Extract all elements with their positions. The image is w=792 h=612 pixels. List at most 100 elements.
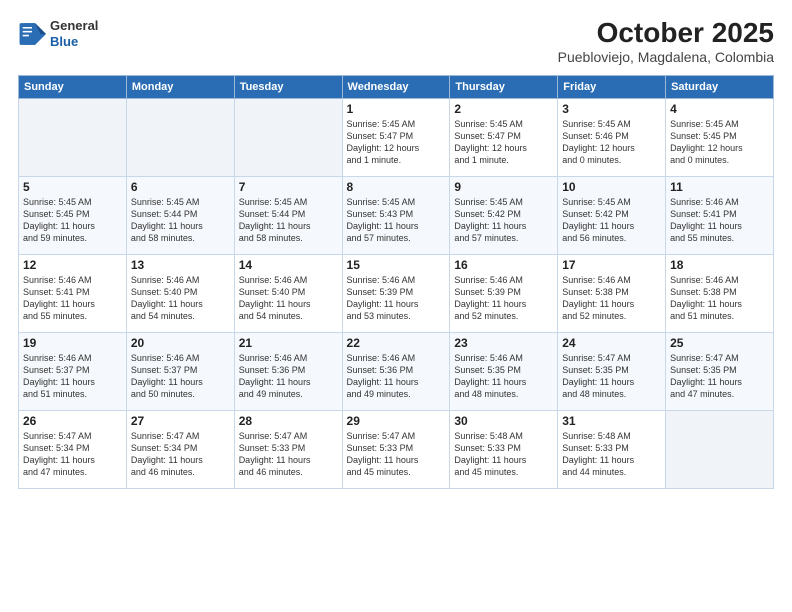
day-info: Sunrise: 5:47 AM Sunset: 5:34 PM Dayligh… <box>131 430 230 479</box>
calendar-cell: 14Sunrise: 5:46 AM Sunset: 5:40 PM Dayli… <box>234 254 342 332</box>
weekday-row: SundayMondayTuesdayWednesdayThursdayFrid… <box>19 75 774 98</box>
calendar-cell: 30 Sunrise: 5:48 AM Sunset: 5:33 PM Dayli… <box>450 410 558 488</box>
day-number: 18 <box>670 258 769 272</box>
header: General Blue October 2025 Puebloviejo, M… <box>18 18 774 65</box>
calendar-cell: 18Sunrise: 5:46 AM Sunset: 5:38 PM Dayli… <box>666 254 774 332</box>
calendar-cell: 24 Sunrise: 5:47 AM Sunset: 5:35 PM Dayli… <box>558 332 666 410</box>
weekday-header: Saturday <box>666 75 774 98</box>
day-info: Sunrise: 5:46 AM Sunset: 5:41 PM Dayligh… <box>23 274 122 323</box>
calendar-cell: 27 Sunrise: 5:47 AM Sunset: 5:34 PM Dayli… <box>126 410 234 488</box>
day-number: 22 <box>347 336 446 350</box>
day-number: 10 <box>562 180 661 194</box>
calendar-cell: 28Sunrise: 5:47 AM Sunset: 5:33 PM Dayli… <box>234 410 342 488</box>
day-info: Sunrise: 5:45 AM Sunset: 5:43 PM Dayligh… <box>347 196 446 245</box>
day-info: Sunrise: 5:48 AM Sunset: 5:33 PM Dayligh… <box>562 430 661 479</box>
day-info: Sunrise: 5:45 AM Sunset: 5:44 PM Dayligh… <box>131 196 230 245</box>
day-number: 29 <box>347 414 446 428</box>
calendar-cell: 12 Sunrise: 5:46 AM Sunset: 5:41 PM Dayli… <box>19 254 127 332</box>
calendar-cell: 25 Sunrise: 5:47 AM Sunset: 5:35 PM Dayli… <box>666 332 774 410</box>
calendar-cell: 16 Sunrise: 5:46 AM Sunset: 5:39 PM Dayli… <box>450 254 558 332</box>
calendar-body: 1 Sunrise: 5:45 AM Sunset: 5:47 PM Daylig… <box>19 98 774 488</box>
weekday-header: Tuesday <box>234 75 342 98</box>
day-info: Sunrise: 5:46 AM Sunset: 5:40 PM Dayligh… <box>131 274 230 323</box>
day-info: Sunrise: 5:46 AM Sunset: 5:36 PM Dayligh… <box>239 352 338 401</box>
day-number: 23 <box>454 336 553 350</box>
day-number: 4 <box>670 102 769 116</box>
day-info: Sunrise: 5:47 AM Sunset: 5:33 PM Dayligh… <box>239 430 338 479</box>
calendar-week-row: 5 Sunrise: 5:45 AM Sunset: 5:45 PM Daylig… <box>19 176 774 254</box>
calendar-week-row: 12 Sunrise: 5:46 AM Sunset: 5:41 PM Dayli… <box>19 254 774 332</box>
logo: General Blue <box>18 18 98 49</box>
day-info: Sunrise: 5:46 AM Sunset: 5:37 PM Dayligh… <box>131 352 230 401</box>
logo-general: General <box>50 18 98 34</box>
calendar-cell <box>19 98 127 176</box>
day-info: Sunrise: 5:48 AM Sunset: 5:33 PM Dayligh… <box>454 430 553 479</box>
calendar-cell: 5 Sunrise: 5:45 AM Sunset: 5:45 PM Daylig… <box>19 176 127 254</box>
calendar-cell: 21 Sunrise: 5:46 AM Sunset: 5:36 PM Dayli… <box>234 332 342 410</box>
day-number: 1 <box>347 102 446 116</box>
day-number: 15 <box>347 258 446 272</box>
calendar-cell: 23 Sunrise: 5:46 AM Sunset: 5:35 PM Dayli… <box>450 332 558 410</box>
day-info: Sunrise: 5:46 AM Sunset: 5:38 PM Dayligh… <box>562 274 661 323</box>
day-number: 30 <box>454 414 553 428</box>
calendar-cell: 4 Sunrise: 5:45 AM Sunset: 5:45 PM Daylig… <box>666 98 774 176</box>
day-info: Sunrise: 5:45 AM Sunset: 5:44 PM Dayligh… <box>239 196 338 245</box>
calendar-cell: 22 Sunrise: 5:46 AM Sunset: 5:36 PM Dayli… <box>342 332 450 410</box>
day-info: Sunrise: 5:47 AM Sunset: 5:35 PM Dayligh… <box>562 352 661 401</box>
day-info: Sunrise: 5:45 AM Sunset: 5:45 PM Dayligh… <box>23 196 122 245</box>
calendar-cell: 11 Sunrise: 5:46 AM Sunset: 5:41 PM Dayli… <box>666 176 774 254</box>
weekday-header: Friday <box>558 75 666 98</box>
day-number: 27 <box>131 414 230 428</box>
day-info: Sunrise: 5:46 AM Sunset: 5:39 PM Dayligh… <box>347 274 446 323</box>
day-info: Sunrise: 5:45 AM Sunset: 5:47 PM Dayligh… <box>347 118 446 167</box>
day-info: Sunrise: 5:45 AM Sunset: 5:45 PM Dayligh… <box>670 118 769 167</box>
day-info: Sunrise: 5:46 AM Sunset: 5:39 PM Dayligh… <box>454 274 553 323</box>
calendar-cell <box>666 410 774 488</box>
calendar-week-row: 19Sunrise: 5:46 AM Sunset: 5:37 PM Dayli… <box>19 332 774 410</box>
calendar-cell: 10Sunrise: 5:45 AM Sunset: 5:42 PM Dayli… <box>558 176 666 254</box>
calendar-cell: 7 Sunrise: 5:45 AM Sunset: 5:44 PM Daylig… <box>234 176 342 254</box>
day-number: 2 <box>454 102 553 116</box>
title-block: October 2025 Puebloviejo, Magdalena, Col… <box>558 18 774 65</box>
logo-icon <box>18 20 46 48</box>
day-number: 17 <box>562 258 661 272</box>
calendar-cell: 15 Sunrise: 5:46 AM Sunset: 5:39 PM Dayli… <box>342 254 450 332</box>
day-info: Sunrise: 5:47 AM Sunset: 5:35 PM Dayligh… <box>670 352 769 401</box>
day-number: 9 <box>454 180 553 194</box>
day-info: Sunrise: 5:46 AM Sunset: 5:35 PM Dayligh… <box>454 352 553 401</box>
calendar-table: SundayMondayTuesdayWednesdayThursdayFrid… <box>18 75 774 489</box>
day-number: 5 <box>23 180 122 194</box>
day-number: 21 <box>239 336 338 350</box>
weekday-header: Wednesday <box>342 75 450 98</box>
month-year: October 2025 <box>558 18 774 49</box>
day-info: Sunrise: 5:45 AM Sunset: 5:42 PM Dayligh… <box>454 196 553 245</box>
day-number: 25 <box>670 336 769 350</box>
day-number: 8 <box>347 180 446 194</box>
calendar-cell: 3Sunrise: 5:45 AM Sunset: 5:46 PM Daylig… <box>558 98 666 176</box>
day-number: 6 <box>131 180 230 194</box>
calendar-cell: 1 Sunrise: 5:45 AM Sunset: 5:47 PM Daylig… <box>342 98 450 176</box>
day-number: 7 <box>239 180 338 194</box>
day-number: 20 <box>131 336 230 350</box>
day-number: 16 <box>454 258 553 272</box>
day-info: Sunrise: 5:47 AM Sunset: 5:33 PM Dayligh… <box>347 430 446 479</box>
calendar-cell: 8 Sunrise: 5:45 AM Sunset: 5:43 PM Daylig… <box>342 176 450 254</box>
day-number: 13 <box>131 258 230 272</box>
calendar-cell: 31Sunrise: 5:48 AM Sunset: 5:33 PM Dayli… <box>558 410 666 488</box>
location: Puebloviejo, Magdalena, Colombia <box>558 49 774 65</box>
calendar-cell: 9 Sunrise: 5:45 AM Sunset: 5:42 PM Daylig… <box>450 176 558 254</box>
calendar-cell: 13 Sunrise: 5:46 AM Sunset: 5:40 PM Dayli… <box>126 254 234 332</box>
calendar-cell: 26Sunrise: 5:47 AM Sunset: 5:34 PM Dayli… <box>19 410 127 488</box>
calendar-cell: 29 Sunrise: 5:47 AM Sunset: 5:33 PM Dayli… <box>342 410 450 488</box>
day-number: 24 <box>562 336 661 350</box>
day-number: 12 <box>23 258 122 272</box>
day-info: Sunrise: 5:46 AM Sunset: 5:40 PM Dayligh… <box>239 274 338 323</box>
day-info: Sunrise: 5:46 AM Sunset: 5:41 PM Dayligh… <box>670 196 769 245</box>
day-info: Sunrise: 5:46 AM Sunset: 5:36 PM Dayligh… <box>347 352 446 401</box>
day-info: Sunrise: 5:46 AM Sunset: 5:37 PM Dayligh… <box>23 352 122 401</box>
calendar-cell <box>126 98 234 176</box>
weekday-header: Thursday <box>450 75 558 98</box>
day-number: 11 <box>670 180 769 194</box>
calendar-week-row: 1 Sunrise: 5:45 AM Sunset: 5:47 PM Daylig… <box>19 98 774 176</box>
calendar-cell: 2Sunrise: 5:45 AM Sunset: 5:47 PM Daylig… <box>450 98 558 176</box>
